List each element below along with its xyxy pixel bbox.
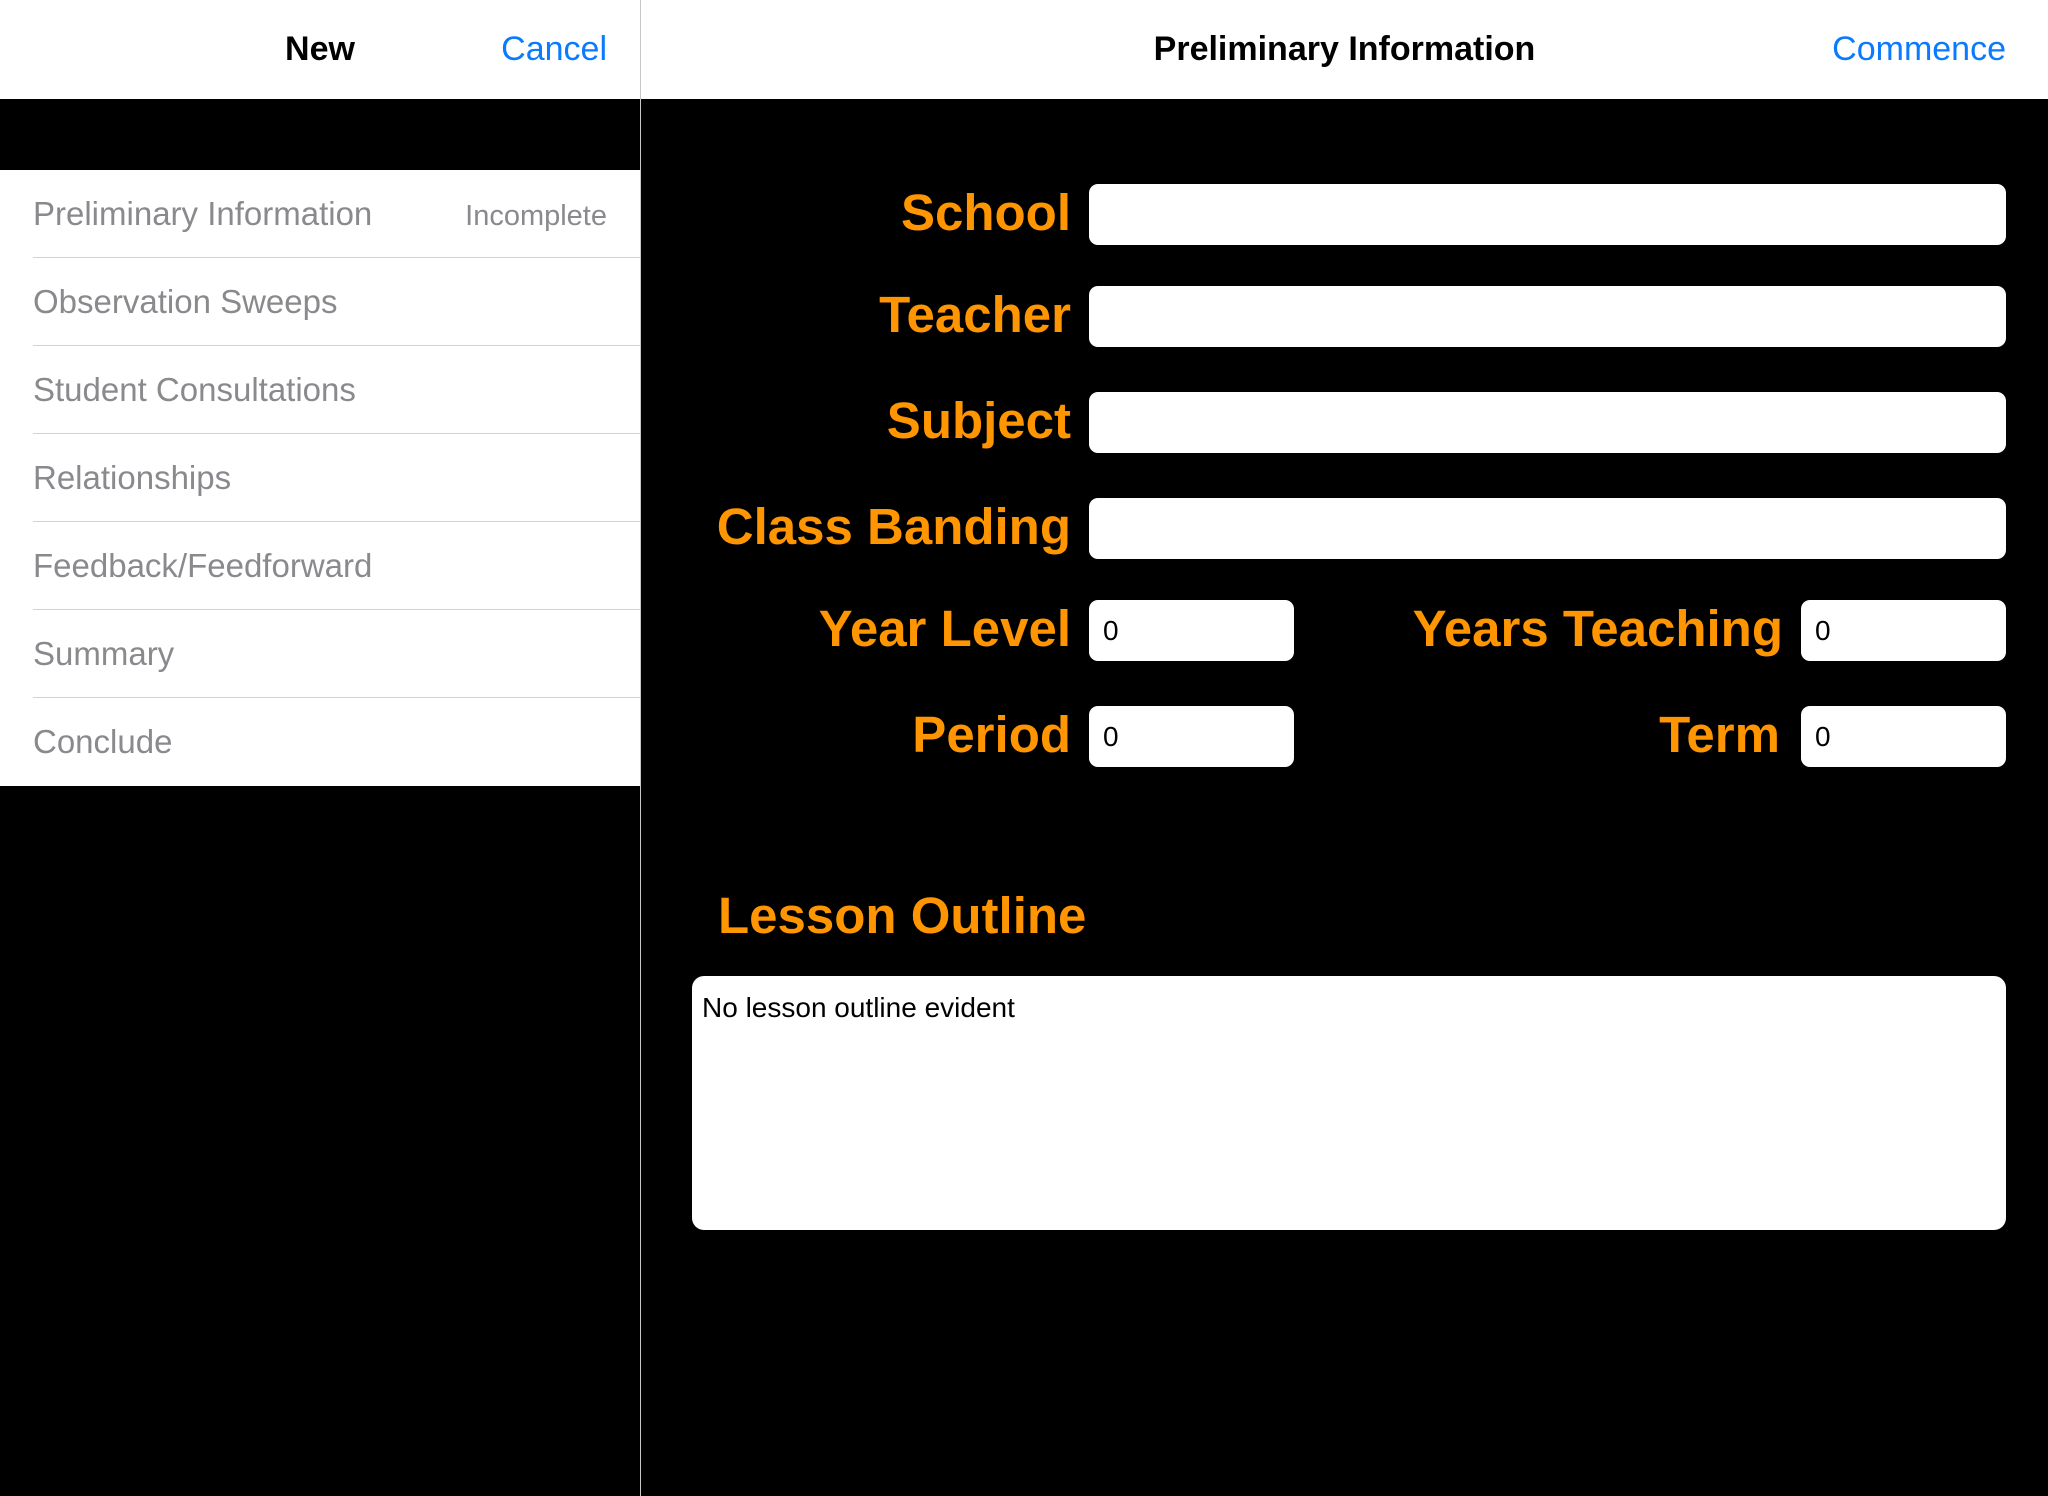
years-teaching-label: Years Teaching <box>1412 600 1783 657</box>
sidebar-item-conclude[interactable]: Conclude <box>0 698 640 786</box>
right-navigation-bar: Preliminary Information Commence <box>641 0 2048 99</box>
sidebar-item-relationships[interactable]: Relationships <box>0 434 640 522</box>
subject-field[interactable] <box>1089 392 2006 453</box>
year-level-field[interactable] <box>1089 600 1294 661</box>
sidebar-item-label: Student Consultations <box>33 371 356 408</box>
school-field[interactable] <box>1089 184 2006 245</box>
sidebar-item-preliminary-information[interactable]: Preliminary Information Incomplete <box>0 170 640 258</box>
sidebar-item-summary[interactable]: Summary <box>0 610 640 698</box>
lesson-outline-heading: Lesson Outline <box>718 887 1087 944</box>
subject-label: Subject <box>886 392 1071 449</box>
teacher-field[interactable] <box>1089 286 2006 347</box>
sidebar-item-label: Observation Sweeps <box>33 283 338 320</box>
term-label: Term <box>1659 706 1780 763</box>
class-banding-field[interactable] <box>1089 498 2006 559</box>
teacher-label: Teacher <box>879 286 1071 343</box>
sidebar-item-label: Conclude <box>33 723 173 760</box>
sidebar-item-label: Preliminary Information <box>33 195 373 232</box>
section-list: Preliminary Information Incomplete Obser… <box>0 170 640 786</box>
class-banding-label: Class Banding <box>716 498 1071 555</box>
years-teaching-field[interactable] <box>1801 600 2006 661</box>
commence-button[interactable]: Commence <box>1832 0 2006 99</box>
cancel-button[interactable]: Cancel <box>501 0 607 99</box>
split-divider <box>640 0 641 1496</box>
term-field[interactable] <box>1801 706 2006 767</box>
sidebar-item-observation-sweeps[interactable]: Observation Sweeps <box>0 258 640 346</box>
sidebar-item-student-consultations[interactable]: Student Consultations <box>0 346 640 434</box>
left-navigation-bar: New Cancel <box>0 0 640 99</box>
sidebar-item-label: Relationships <box>33 459 232 496</box>
sidebar-item-feedback[interactable]: Feedback/Feedforward <box>0 522 640 610</box>
sidebar-item-label: Summary <box>33 635 175 672</box>
period-label: Period <box>912 706 1071 763</box>
year-level-label: Year Level <box>818 600 1071 657</box>
period-field[interactable] <box>1089 706 1294 767</box>
school-label: School <box>900 184 1071 241</box>
status-detail: Incomplete <box>465 200 607 232</box>
lesson-outline-textarea[interactable]: No lesson outline evident <box>692 976 2006 1230</box>
sidebar-item-label: Feedback/Feedforward <box>33 547 373 584</box>
